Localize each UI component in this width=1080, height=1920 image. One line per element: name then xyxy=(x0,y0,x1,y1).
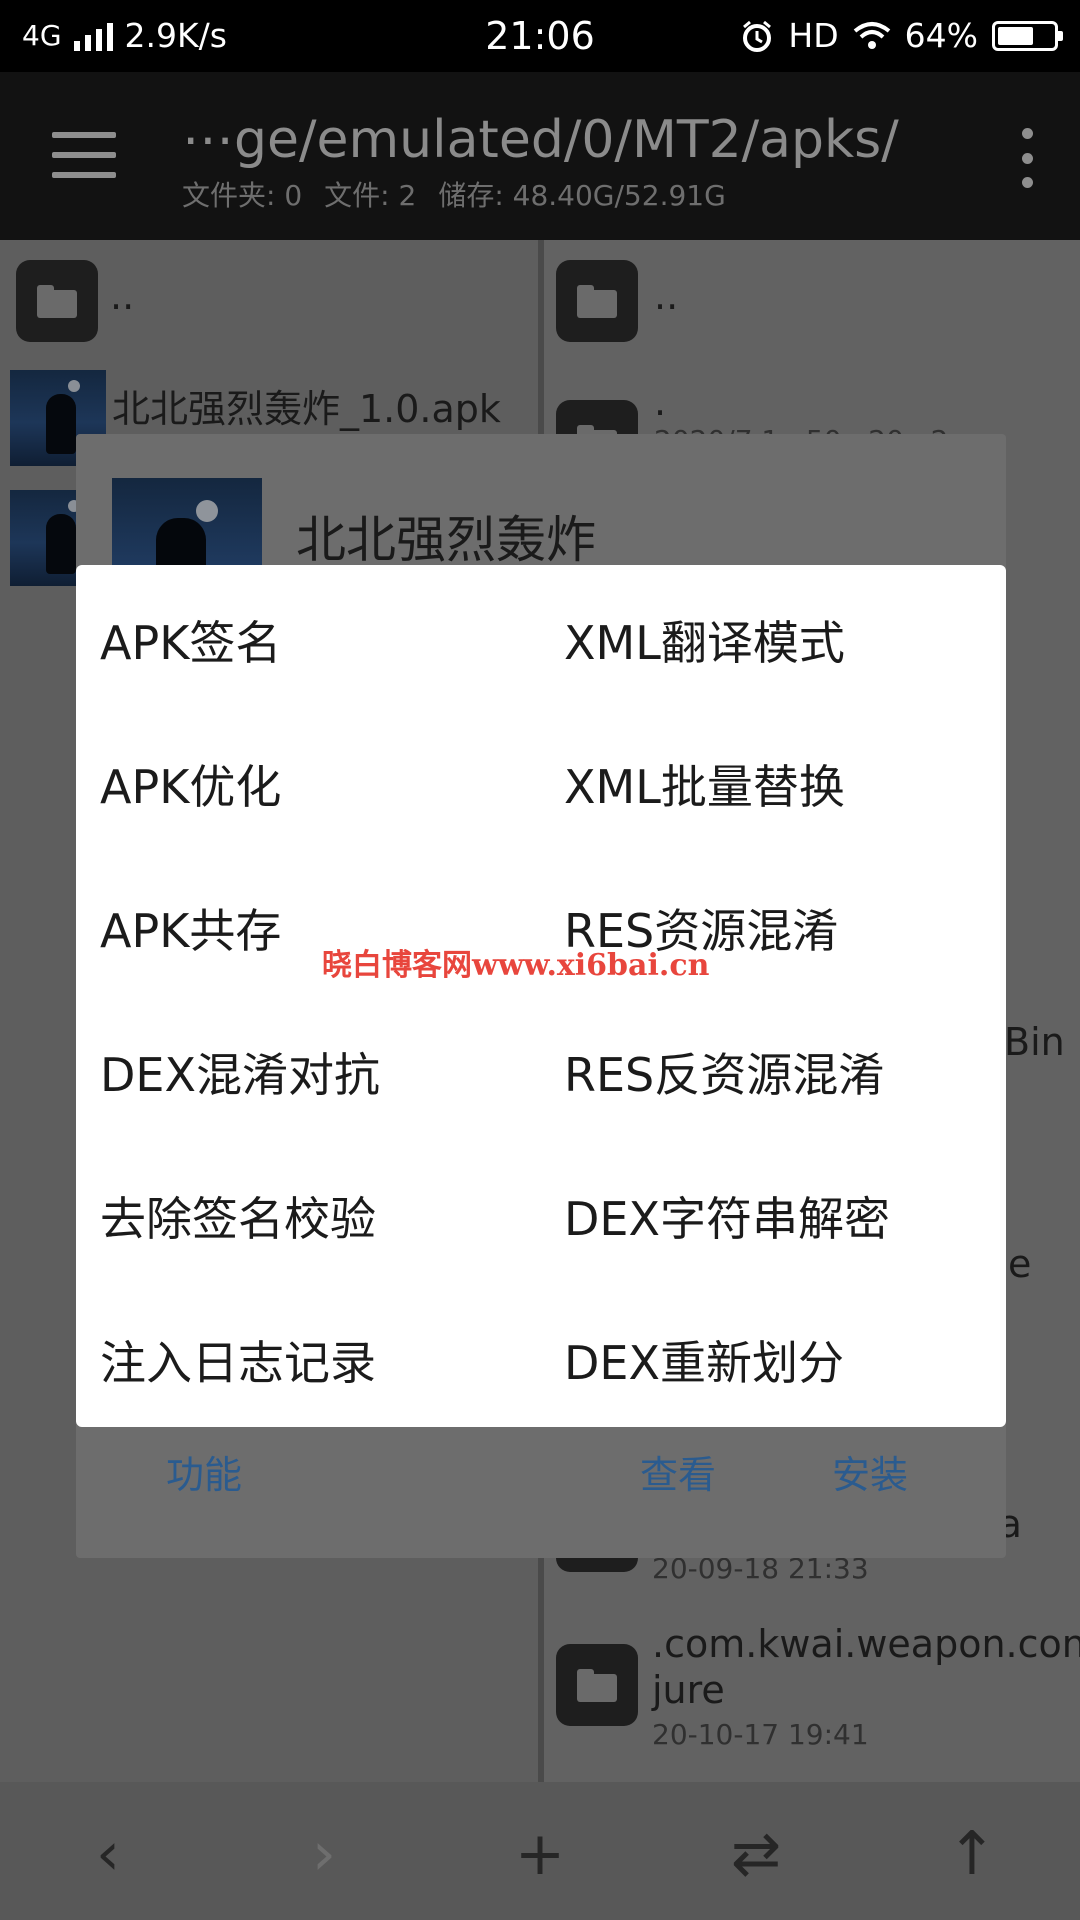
menu-apk-optimize[interactable]: APK优化 xyxy=(100,751,281,817)
file-count: 文件: 2 xyxy=(324,179,417,212)
wifi-icon xyxy=(853,21,890,49)
current-path[interactable]: ⋯ge/emulated/0/MT2/apks/ xyxy=(182,110,899,170)
folder-icon[interactable] xyxy=(16,260,98,342)
menu-apk-sign[interactable]: APK签名 xyxy=(100,607,281,673)
folder-icon[interactable] xyxy=(556,260,638,342)
path-stats: 文件夹: 0 文件: 2 储存: 48.40G/52.91G xyxy=(182,174,748,214)
parent-dir[interactable]: .. xyxy=(110,274,134,318)
menu-icon[interactable] xyxy=(52,132,116,182)
folder-name[interactable]: e xyxy=(1008,1242,1031,1286)
battery-percent: 64% xyxy=(904,16,978,55)
status-bar: 4G 2.9K/s 21:06 HD 64% xyxy=(0,0,1080,72)
file-name[interactable]: 北北强烈轰炸_1.0.apk xyxy=(112,378,501,433)
folder-count: 文件夹: 0 xyxy=(182,179,303,212)
dialog-actions: 功能 查看 安装 xyxy=(76,1444,1006,1524)
forward-icon[interactable]: › xyxy=(284,1814,364,1894)
storage-info: 储存: 48.40G/52.91G xyxy=(438,179,726,212)
add-icon[interactable]: + xyxy=(500,1814,580,1894)
install-button[interactable]: 安装 xyxy=(832,1444,908,1499)
menu-xml-translate[interactable]: XML翻译模式 xyxy=(564,607,845,673)
app-name: 北北强烈轰炸 xyxy=(296,511,596,569)
battery-icon xyxy=(992,20,1063,51)
menu-dex-string-decrypt[interactable]: DEX字符串解密 xyxy=(564,1183,890,1249)
alarm-icon xyxy=(743,20,772,52)
menu-inject-log[interactable]: 注入日志记录 xyxy=(100,1327,376,1393)
swap-icon[interactable]: ⇄ xyxy=(716,1814,796,1894)
toolbar: ⋯ge/emulated/0/MT2/apks/ 文件夹: 0 文件: 2 储存: … xyxy=(0,72,1080,240)
function-button[interactable]: 功能 xyxy=(166,1444,242,1499)
folder-name[interactable]: . xyxy=(654,380,666,424)
folder-name[interactable]: Bin xyxy=(1004,1020,1065,1064)
watermark: 晓白博客网www.xi6bai.cn xyxy=(322,948,710,983)
bottom-bar: ‹ › + ⇄ ↑ xyxy=(0,1782,1080,1920)
menu-dex-obfuscation[interactable]: DEX混淆对抗 xyxy=(100,1039,380,1105)
menu-res-deobfuscate[interactable]: RES反资源混淆 xyxy=(564,1039,884,1105)
parent-dir[interactable]: .. xyxy=(654,274,678,318)
menu-dex-split[interactable]: DEX重新划分 xyxy=(564,1327,844,1393)
folder-name[interactable]: .com.kwai.weapon.con xyxy=(652,1622,1080,1666)
folder-icon[interactable] xyxy=(556,1644,638,1726)
folder-date: 20-10-17 19:41 xyxy=(652,1718,869,1751)
function-menu-dialog: APK签名 APK优化 APK共存 DEX混淆对抗 去除签名校验 注入日志记录 … xyxy=(76,565,1006,1427)
status-right: HD 64% xyxy=(740,16,1063,55)
menu-apk-coexist[interactable]: APK共存 xyxy=(100,895,281,961)
hd-indicator: HD xyxy=(788,16,839,55)
menu-xml-replace[interactable]: XML批量替换 xyxy=(564,751,845,817)
up-icon[interactable]: ↑ xyxy=(932,1814,1012,1894)
folder-name-cont[interactable]: jure xyxy=(652,1668,725,1712)
menu-remove-sign-check[interactable]: 去除签名校验 xyxy=(100,1183,376,1249)
back-icon[interactable]: ‹ xyxy=(68,1814,148,1894)
view-button[interactable]: 查看 xyxy=(640,1444,716,1499)
more-icon[interactable] xyxy=(1014,128,1040,188)
